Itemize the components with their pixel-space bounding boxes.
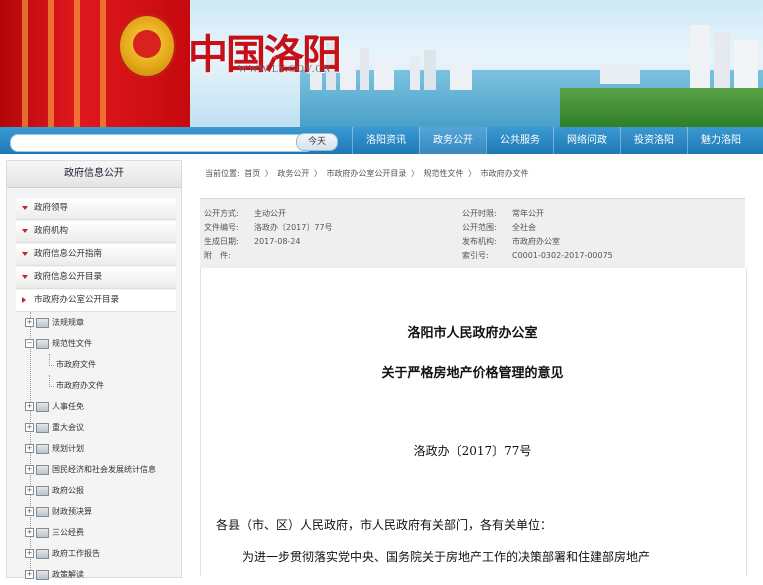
document-number: 洛政办〔2017〕77号 [413,444,532,458]
document-meta: 公开方式: 主动公开 文件编号: 洛政办〔2017〕77号 生成日期: 2017-08… [200,198,745,270]
folder-icon [36,444,49,454]
arrow-right-icon [22,297,26,303]
meta-row: 公开时限: 常年公开 [462,209,544,218]
expand-icon[interactable]: + [25,318,34,327]
arrow-down-icon [22,229,28,233]
expand-icon[interactable]: + [25,507,34,516]
tree-item[interactable]: + 政府工作报告 [22,543,178,564]
national-emblem-icon [118,14,176,78]
breadcrumb-normative-docs[interactable]: 规范性文件 [424,169,464,178]
expand-icon[interactable]: + [25,486,34,495]
folder-open-icon [36,339,49,349]
expand-icon[interactable]: + [25,465,34,474]
tree-item-child[interactable]: 市政府办文件 [22,375,178,396]
folder-icon [36,549,49,559]
breadcrumb-office-catalog[interactable]: 市政府办公室公开目录 [326,169,406,178]
tree-item[interactable]: + 三公经费 [22,522,178,543]
tree-item[interactable]: + 政府公报 [22,480,178,501]
folder-icon [36,465,49,475]
arrow-down-icon [22,275,28,279]
breadcrumb-home[interactable]: 首页 [244,169,260,178]
collapse-icon[interactable]: − [25,339,34,348]
folder-icon [36,507,49,517]
tree-item[interactable]: + 重大会议 [22,417,178,438]
breadcrumb-separator: 〉 [410,169,419,178]
expand-icon[interactable]: + [25,423,34,432]
meta-row: 生成日期: 2017-08-24 [204,237,301,246]
tree-item[interactable]: + 规划计划 [22,438,178,459]
nav-item-invest[interactable]: 投资洛阳 [620,127,687,154]
sidebar-item-office-catalog[interactable]: 市政府办公室公开目录 [16,290,176,312]
sidebar-menu: 政府领导 政府机构 政府信息公开指南 政府信息公开目录 市政府办公室公开目录 [16,198,176,313]
document-recipient: 各县（市、区）人民政府，市人民政府有关部门，各有关单位： [216,518,553,532]
expand-icon[interactable]: + [25,402,34,411]
folder-icon [36,528,49,538]
meta-row: 公开方式: 主动公开 [204,209,286,218]
folder-icon [36,402,49,412]
meta-row: 发布机构: 市政府办公室 [462,237,560,246]
breadcrumb-separator: 〉 [468,169,477,178]
tree-item[interactable]: + 政策解读 [22,564,178,585]
park-greenery [560,88,763,127]
folder-icon [36,486,49,496]
tree-item[interactable]: + 国民经济和社会发展统计信息 [22,459,178,480]
document-issuer: 洛阳市人民政府办公室 [407,326,538,341]
document-paragraph: 为进一步贯彻落实党中央、国务院关于房地产工作的决策部署和住建部房地产 [242,550,651,564]
tree-item[interactable]: + 人事任免 [22,396,178,417]
sidebar-item-agencies[interactable]: 政府机构 [16,221,176,243]
nav-item-public-service[interactable]: 公共服务 [486,127,553,154]
sidebar-item-catalog[interactable]: 政府信息公开目录 [16,267,176,289]
meta-row: 文件编号: 洛政办〔2017〕77号 [204,223,333,232]
tree-item-child[interactable]: 市政府文件 [22,354,178,375]
tree-item[interactable]: − 规范性文件 [22,333,178,354]
breadcrumb-prefix: 当前位置: [205,169,240,178]
breadcrumb-office-docs[interactable]: 市政府办文件 [481,169,529,178]
breadcrumb-gov-affairs[interactable]: 政务公开 [277,169,309,178]
breadcrumb: 当前位置: 首页 〉 政务公开 〉 市政府办公室公开目录 〉 规范性文件 〉 市… [205,166,745,182]
tree-item[interactable]: + 法规规章 [22,312,178,333]
breadcrumb-separator: 〉 [313,169,322,178]
tree-item[interactable]: + 财政预决算 [22,501,178,522]
sidebar-item-guide[interactable]: 政府信息公开指南 [16,244,176,266]
meta-row: 公开范围: 全社会 [462,223,536,232]
folder-icon [36,570,49,580]
header-banner: 中国洛阳 WWW.LY.GOV.CN [0,0,763,127]
nav-item-gov-affairs[interactable]: 政务公开 [419,127,486,154]
meta-row: 附 件: [204,251,231,260]
catalog-tree: + 法规规章 − 规范性文件 市政府文件 市政府办文件 + 人事任免 + 重大会议 + 规… [22,312,178,585]
expand-icon[interactable]: + [25,570,34,579]
nav-menu: 洛阳资讯 政务公开 公共服务 网络问政 投资洛阳 魅力洛阳 [352,127,754,154]
nav-item-online-inquiry[interactable]: 网络问政 [553,127,620,154]
folder-icon [36,423,49,433]
meta-row: 索引号: C0001-0302-2017-00075 [462,251,613,260]
search-input[interactable] [10,134,314,152]
sidebar-item-leaders[interactable]: 政府领导 [16,198,176,220]
nav-item-news[interactable]: 洛阳资讯 [352,127,419,154]
expand-icon[interactable]: + [25,444,34,453]
document-title: 关于严格房地产价格管理的意见 [381,366,564,381]
sidebar-title: 政府信息公开 [7,161,181,188]
arrow-down-icon [22,252,28,256]
expand-icon[interactable]: + [25,549,34,558]
nav-item-charm[interactable]: 魅力洛阳 [687,127,754,154]
site-url: WWW.LY.GOV.CN [238,64,332,75]
breadcrumb-separator: 〉 [264,169,273,178]
search-button[interactable]: 今天 [296,133,338,151]
expand-icon[interactable]: + [25,528,34,537]
arrow-down-icon [22,206,28,210]
folder-icon [36,318,49,328]
